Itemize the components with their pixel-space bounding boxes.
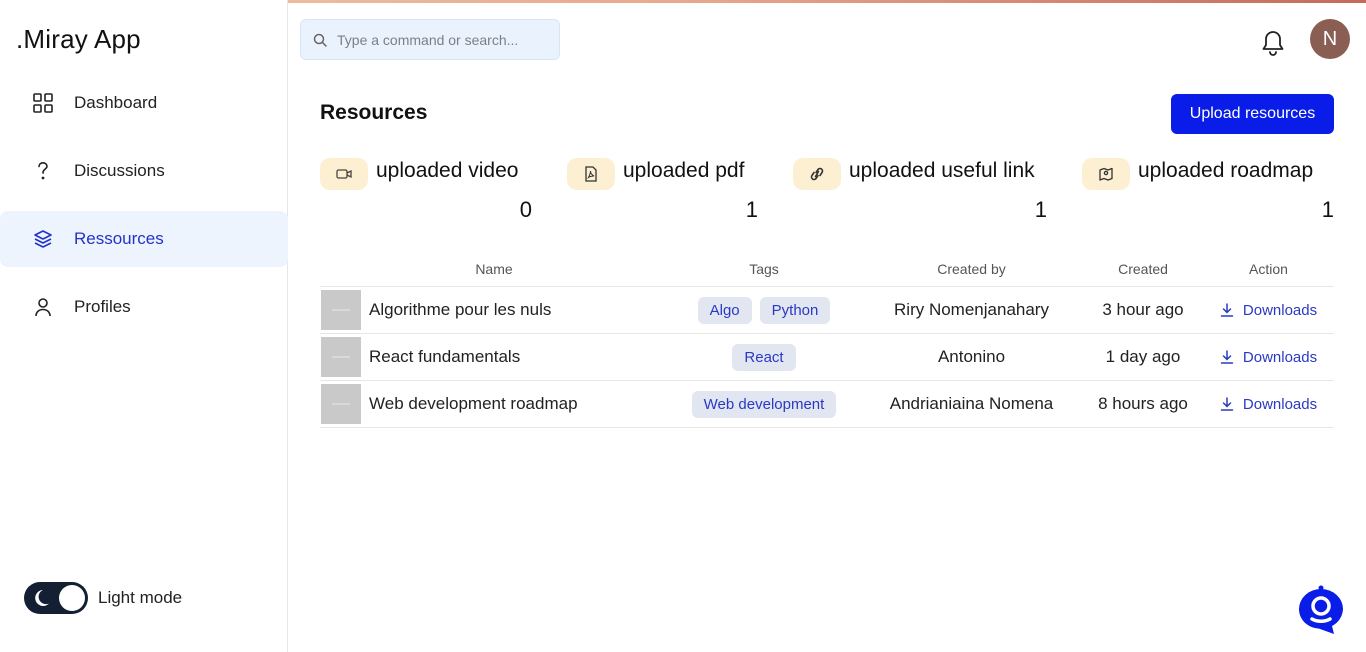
question-icon	[32, 160, 54, 182]
search-input[interactable]	[337, 31, 537, 48]
table-row[interactable]: Algorithme pour les nuls Algo Python Rir…	[320, 287, 1334, 334]
resource-name[interactable]: Web development roadmap	[369, 394, 578, 414]
column-header-tags[interactable]: Tags	[668, 261, 860, 277]
stat-label: uploaded pdf	[623, 159, 745, 182]
tag-chip[interactable]: Python	[759, 296, 831, 324]
sidebar-nav: Dashboard Discussions Ressources Profile…	[0, 75, 288, 347]
created-by: Andrianiaina Nomena	[889, 394, 1054, 413]
search-bar	[300, 19, 560, 60]
notification-bell-icon[interactable]	[1260, 29, 1286, 57]
stat-value: 1	[1321, 197, 1334, 222]
download-icon	[1220, 350, 1234, 364]
stat-label: uploaded useful link	[849, 159, 1035, 182]
page-title: Resources	[320, 101, 428, 124]
layers-icon	[32, 228, 54, 250]
created-time: 3 hour ago	[1102, 300, 1184, 319]
chatbot-icon[interactable]	[1294, 584, 1348, 636]
downloads-link[interactable]: Downloads	[1220, 396, 1317, 413]
resources-table: Name Tags Created by Created Action Algo…	[320, 252, 1334, 428]
resource-thumbnail	[321, 290, 361, 330]
stat-value: 1	[745, 197, 758, 222]
sidebar-item-label: Discussions	[74, 161, 165, 180]
stat-uploaded-pdf: uploaded pdf 1	[567, 156, 758, 226]
moon-icon	[35, 590, 49, 606]
sidebar-item-dashboard[interactable]: Dashboard	[0, 75, 288, 131]
theme-toggle: Light mode	[24, 582, 182, 614]
downloads-link[interactable]: Downloads	[1220, 349, 1317, 366]
table-row[interactable]: React fundamentals React Antonino 1 day …	[320, 334, 1334, 381]
link-icon	[793, 158, 841, 190]
user-icon	[32, 296, 54, 318]
resource-name[interactable]: Algorithme pour les nuls	[369, 300, 551, 320]
sidebar-item-discussions[interactable]: Discussions	[0, 143, 288, 199]
video-icon	[320, 158, 368, 190]
resource-thumbnail	[321, 337, 361, 377]
tag-chip[interactable]: React	[732, 343, 796, 371]
stat-label: uploaded video	[376, 159, 519, 182]
column-header-created-by[interactable]: Created by	[860, 261, 1083, 277]
avatar[interactable]: N	[1310, 19, 1350, 59]
stat-label: uploaded roadmap	[1138, 159, 1314, 182]
app-brand[interactable]: .Miray App	[16, 24, 141, 55]
created-time: 8 hours ago	[1098, 394, 1188, 413]
stat-uploaded-video: uploaded video 0	[320, 156, 532, 226]
switch-knob	[59, 585, 85, 611]
stat-value: 0	[519, 197, 532, 222]
sidebar: .Miray App Dashboard Discussions Ressour…	[0, 0, 288, 652]
theme-label: Light mode	[98, 588, 183, 607]
column-header-created[interactable]: Created	[1083, 261, 1203, 277]
tag-chip[interactable]: Web development	[691, 390, 837, 418]
table-header: Name Tags Created by Created Action	[320, 252, 1334, 287]
upload-resources-button[interactable]: Upload resources	[1171, 94, 1334, 134]
stat-uploaded-link: uploaded useful link 1	[793, 156, 1047, 226]
sidebar-item-ressources[interactable]: Ressources	[0, 211, 288, 267]
created-by: Riry Nomenjanahary	[894, 300, 1049, 319]
stat-uploaded-roadmap: uploaded roadmap 1	[1082, 156, 1334, 226]
sidebar-item-label: Dashboard	[74, 93, 158, 112]
sidebar-item-profiles[interactable]: Profiles	[0, 279, 288, 335]
grid-icon	[32, 92, 54, 114]
table-row[interactable]: Web development roadmap Web development …	[320, 381, 1334, 428]
theme-switch[interactable]	[24, 582, 88, 614]
created-by: Antonino	[937, 347, 1006, 366]
search-icon	[313, 33, 327, 47]
download-icon	[1220, 303, 1234, 317]
downloads-link[interactable]: Downloads	[1220, 302, 1317, 319]
resource-name[interactable]: React fundamentals	[369, 347, 520, 367]
map-icon	[1082, 158, 1130, 190]
sidebar-item-label: Profiles	[74, 297, 131, 316]
sidebar-item-label: Ressources	[74, 229, 164, 248]
pdf-file-icon	[567, 158, 615, 190]
column-header-action: Action	[1249, 261, 1288, 277]
tag-chip[interactable]: Algo	[697, 296, 752, 324]
resource-thumbnail	[321, 384, 361, 424]
stat-value: 1	[1034, 197, 1047, 222]
download-icon	[1220, 397, 1234, 411]
column-header-name[interactable]: Name	[320, 261, 668, 277]
created-time: 1 day ago	[1105, 347, 1181, 366]
